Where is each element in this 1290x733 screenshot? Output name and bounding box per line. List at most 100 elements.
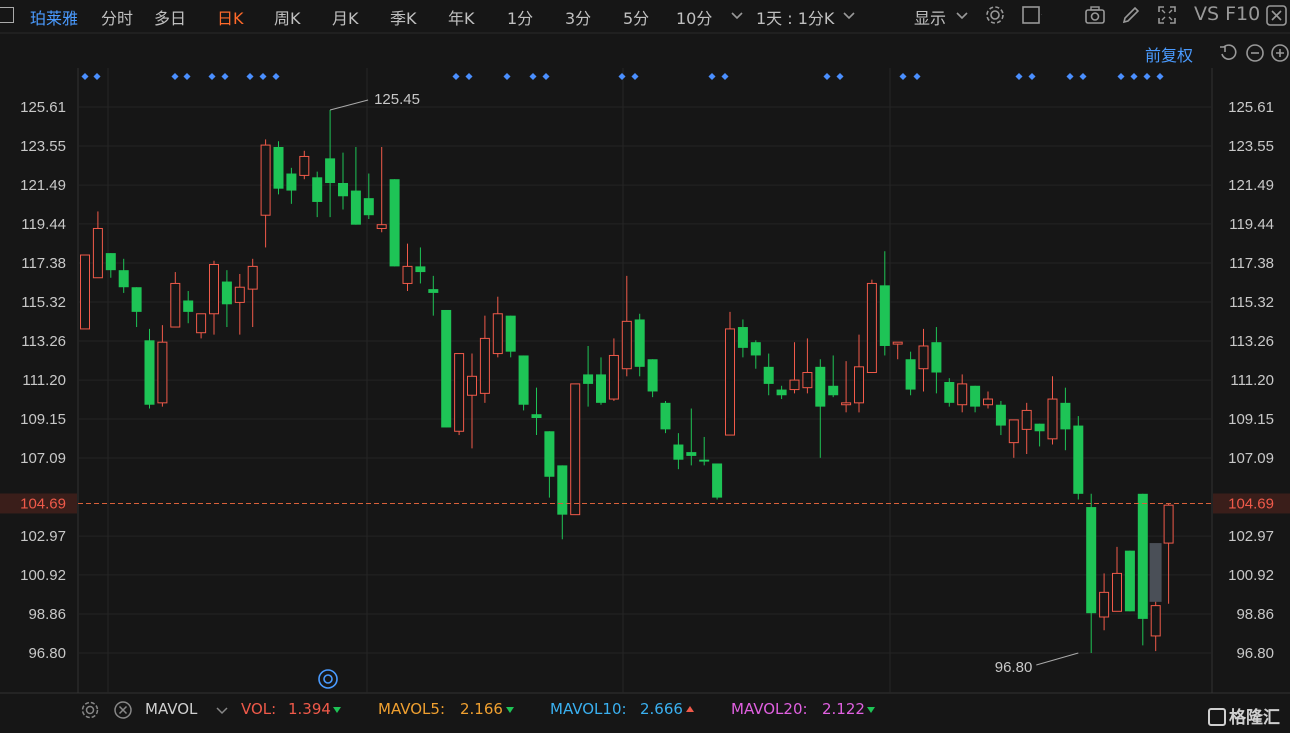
- price-tick-label: 113.26: [21, 333, 66, 350]
- candle: [1112, 546, 1122, 612]
- candle-body: [583, 374, 594, 384]
- candle-body: [1034, 423, 1045, 432]
- candle-body: [221, 281, 232, 305]
- candle-body: [402, 265, 413, 284]
- candle-body: [105, 253, 116, 271]
- candle-body: [737, 327, 748, 348]
- volume-overlay-bar: [1149, 543, 1162, 602]
- candle-body: [828, 385, 839, 396]
- candle-body: [866, 282, 877, 374]
- candles: [80, 110, 1174, 653]
- candle-body: [957, 383, 968, 406]
- price-tick-label: 107.09: [1228, 450, 1274, 467]
- event-marker-dot: [708, 72, 716, 81]
- candle: [183, 291, 194, 324]
- price-tick-label: 109.15: [1228, 411, 1274, 428]
- candle: [363, 173, 374, 220]
- candle: [802, 338, 813, 394]
- event-marker-dot: [1117, 72, 1125, 81]
- candle: [105, 253, 116, 278]
- event-marker-dot: [1015, 72, 1023, 81]
- candle-body: [621, 320, 632, 370]
- event-marker-dot: [1066, 72, 1074, 81]
- candle-body: [441, 309, 452, 428]
- event-marker-dot: [93, 72, 101, 81]
- candle: [815, 359, 826, 458]
- candle-body: [467, 375, 477, 396]
- candle: [712, 463, 723, 500]
- candle-body: [1047, 398, 1058, 440]
- candle-body: [905, 359, 916, 390]
- candle: [918, 328, 929, 392]
- candle-body: [363, 198, 374, 216]
- candle: [970, 385, 981, 413]
- price-tick-label: 121.49: [1228, 177, 1274, 194]
- candle-body: [815, 366, 826, 407]
- event-marker-dot: [81, 72, 89, 81]
- candle-body: [970, 385, 981, 407]
- event-marker-dot: [1143, 72, 1151, 81]
- candle: [157, 325, 168, 407]
- event-marker-dot: [1028, 72, 1036, 81]
- candle: [583, 345, 594, 407]
- candle-body: [699, 459, 710, 462]
- candle: [544, 431, 555, 498]
- candle: [492, 296, 503, 358]
- event-marker-dot: [542, 72, 550, 81]
- candle-body: [557, 465, 568, 515]
- candle-body: [531, 414, 542, 418]
- up-triangle-icon: [686, 706, 694, 712]
- chart-grid: [0, 32, 1290, 694]
- event-marker-dot: [618, 72, 626, 81]
- candlestick-chart[interactable]: 125.61 123.55 121.49 119.44 117.38 115.32 113.…: [0, 0, 1290, 733]
- current-price-label-left: 104.69: [20, 495, 66, 512]
- candle: [699, 436, 710, 466]
- candle-body: [415, 266, 426, 273]
- low-annotation-label: 96.80: [995, 659, 1033, 676]
- candle-body: [983, 398, 993, 406]
- price-tick-label: 117.38: [21, 255, 66, 272]
- event-marker-dot: [183, 72, 191, 81]
- candle-body: [750, 342, 761, 356]
- candle-body: [647, 359, 658, 392]
- candle: [789, 342, 800, 394]
- price-tick-label: 119.44: [21, 216, 66, 233]
- news-marker-icon: [318, 669, 338, 689]
- candle: [879, 251, 890, 356]
- candle: [1060, 387, 1071, 451]
- indicator-close-icon[interactable]: [113, 700, 133, 720]
- candle-body: [660, 402, 671, 430]
- indicator-chevron-icon[interactable]: [214, 702, 230, 718]
- event-marker-dot: [836, 72, 844, 81]
- candle: [479, 315, 490, 403]
- candle-body: [389, 179, 400, 267]
- candle: [234, 273, 245, 335]
- candle-body: [686, 452, 697, 456]
- event-marker-dot: [1130, 72, 1138, 81]
- candle: [1124, 550, 1135, 612]
- indicator-name[interactable]: MAVOL: [145, 700, 197, 718]
- candle-body: [608, 354, 619, 400]
- candle: [1163, 503, 1174, 604]
- candle: [402, 243, 413, 292]
- indicator-settings-icon[interactable]: [80, 700, 100, 720]
- event-marker-dot: [452, 72, 460, 81]
- candle: [763, 353, 774, 396]
- price-tick-label: 98.86: [28, 606, 66, 623]
- candle: [750, 340, 761, 369]
- candle-body: [763, 366, 774, 384]
- candle-body: [1060, 402, 1071, 430]
- candle: [570, 383, 581, 516]
- candle: [686, 408, 697, 466]
- price-tick-label: 125.61: [20, 99, 66, 116]
- price-tick-label: 111.20: [1230, 372, 1274, 389]
- price-tick-label: 98.86: [1236, 606, 1274, 623]
- candle-body: [350, 190, 361, 225]
- candle-body: [505, 315, 516, 352]
- price-tick-label: 123.55: [20, 138, 66, 155]
- candle: [196, 313, 207, 339]
- current-price-label-right: 104.69: [1228, 495, 1274, 512]
- price-tick-label: 113.26: [1229, 333, 1274, 350]
- price-tick-label: 96.80: [1236, 645, 1274, 662]
- candle-body: [1163, 504, 1174, 544]
